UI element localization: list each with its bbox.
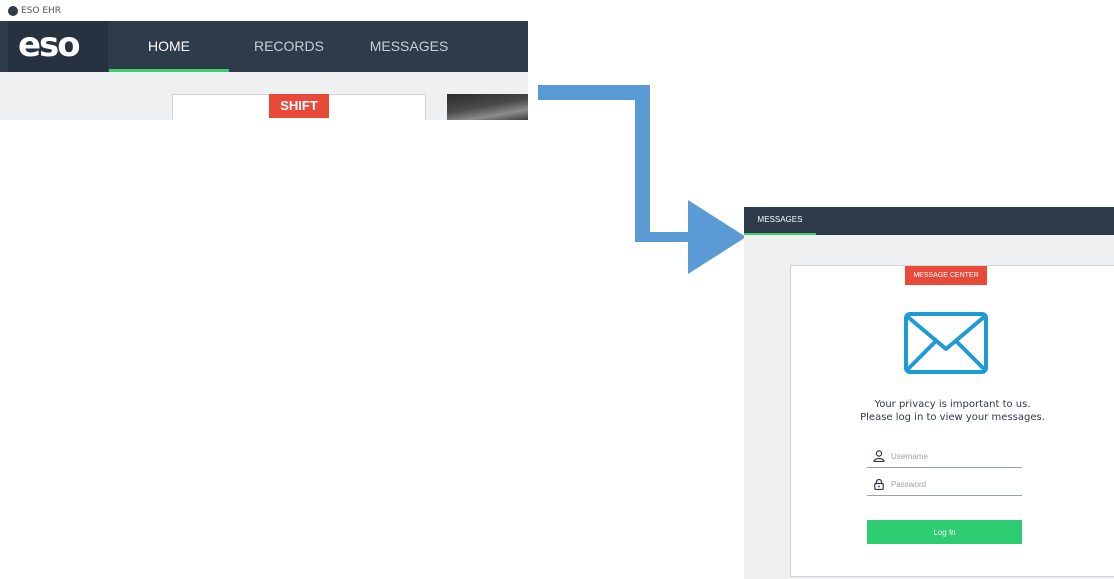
window-title: ESO EHR (21, 6, 62, 16)
app-logo-icon (8, 6, 18, 16)
username-input[interactable] (891, 449, 1019, 463)
envelope-icon (904, 312, 988, 374)
tab-home-label: HOME (148, 38, 190, 54)
tab-messages-active[interactable]: MESSAGES (744, 207, 816, 235)
tab-messages-active-label: MESSAGES (757, 215, 803, 224)
shift-card[interactable]: SHIFT (172, 94, 426, 120)
tab-messages-label: MESSAGES (369, 38, 449, 54)
messages-navbar: MESSAGES (744, 207, 1114, 235)
message-center-card: MESSAGE CENTER Your privacy is important… (790, 265, 1114, 577)
app-window: ESO EHR eso HOME RECORDS MESSAGES SHIFT (0, 0, 528, 120)
login-button[interactable]: Log In (867, 520, 1022, 544)
password-input[interactable] (891, 477, 1019, 491)
main-navbar: eso HOME RECORDS MESSAGES (0, 21, 528, 72)
flow-arrow-icon (538, 85, 746, 274)
lock-icon (874, 478, 884, 490)
shift-badge: SHIFT (269, 94, 329, 118)
message-center-badge: MESSAGE CENTER (905, 266, 987, 285)
eso-logo: eso (18, 25, 81, 65)
messages-window: MESSAGES MESSAGE CENTER Your privacy is … (744, 207, 1114, 579)
password-field[interactable] (867, 475, 1022, 496)
privacy-text-line1: Your privacy is important to us. (874, 399, 1031, 410)
home-content: SHIFT (0, 72, 528, 120)
privacy-text-line2: Please log in to view your messages. (860, 412, 1045, 423)
tab-messages[interactable]: MESSAGES (349, 21, 469, 72)
title-bar: ESO EHR (0, 0, 528, 21)
username-field[interactable] (867, 447, 1022, 468)
user-icon (873, 450, 885, 462)
tab-records-label: RECORDS (253, 38, 324, 54)
image-tile[interactable] (447, 94, 528, 120)
tab-records[interactable]: RECORDS (229, 21, 349, 72)
tab-home[interactable]: HOME (109, 21, 229, 72)
